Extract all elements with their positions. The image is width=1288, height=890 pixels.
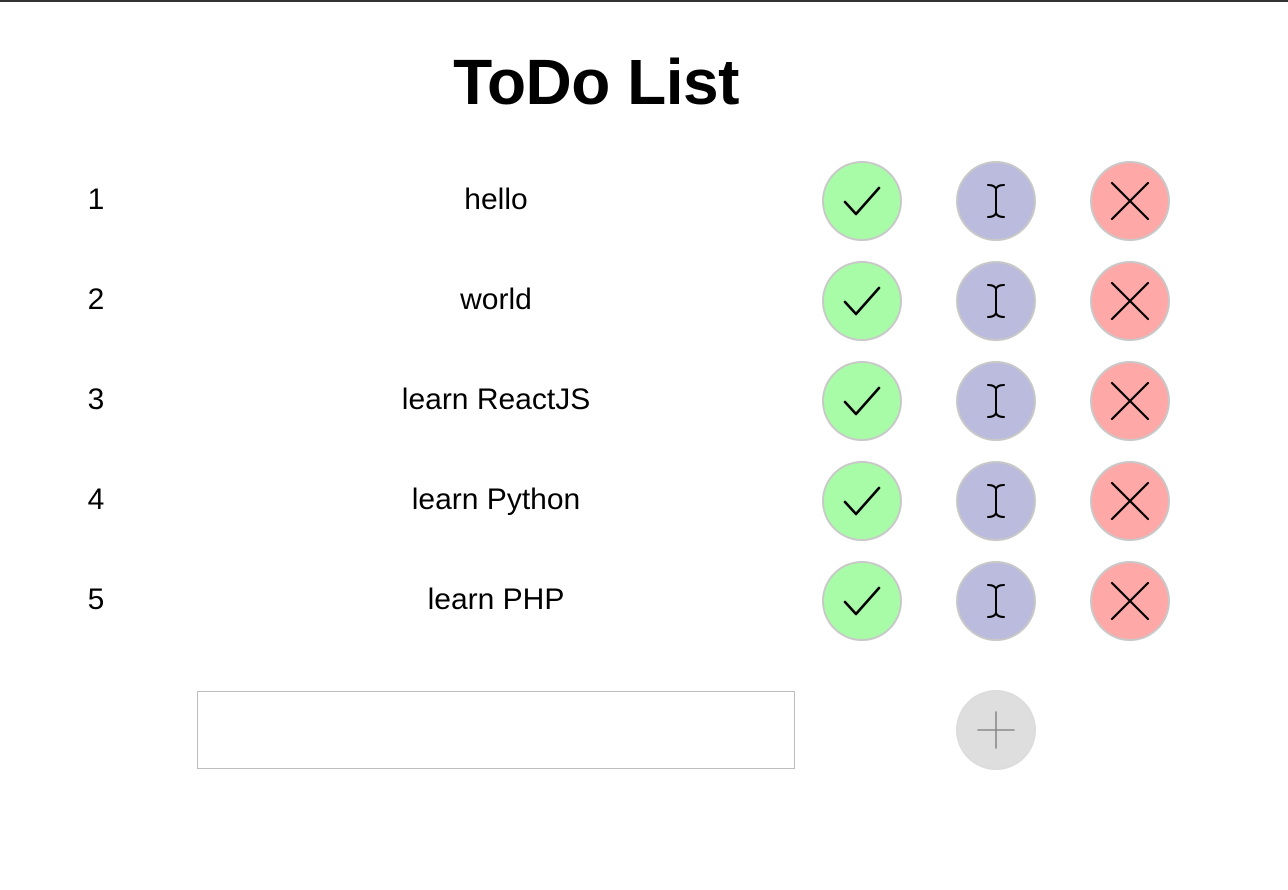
check-icon [843,286,881,316]
delete-button[interactable] [1090,161,1170,241]
edit-button[interactable] [956,261,1036,341]
text-cursor-icon [987,584,1005,618]
check-icon [843,486,881,516]
close-icon [1110,181,1150,221]
window-top-border [0,0,1288,2]
todo-row: 5 learn PHP [0,550,1288,650]
todo-row: 4 learn Python [0,450,1288,550]
text-cursor-icon [987,284,1005,318]
plus-icon [977,711,1015,749]
todo-text: world [460,283,532,316]
done-button[interactable] [822,361,902,441]
todo-text: hello [464,183,528,216]
done-button[interactable] [822,561,902,641]
todo-row: 2 world [0,250,1288,350]
close-icon [1110,581,1150,621]
delete-button[interactable] [1090,361,1170,441]
close-icon [1110,381,1150,421]
todo-number: 2 [87,283,105,316]
page-title: ToDo List [453,46,739,118]
todo-number: 3 [87,383,105,416]
todo-number: 5 [87,583,105,616]
edit-button[interactable] [956,461,1036,541]
check-icon [843,186,881,216]
edit-button[interactable] [956,561,1036,641]
todo-row: 1 hello [0,150,1288,250]
close-icon [1110,481,1150,521]
text-cursor-icon [987,184,1005,218]
delete-button[interactable] [1090,461,1170,541]
check-icon [843,586,881,616]
todo-app: ToDo List 1 hello 2 world 3 learn ReactJ… [0,0,1288,890]
new-todo-input[interactable] [197,691,795,769]
todo-number: 1 [87,183,105,216]
todo-list: 1 hello 2 world 3 learn ReactJS 4 learn … [0,150,1288,650]
done-button[interactable] [822,261,902,341]
edit-button[interactable] [956,161,1036,241]
todo-text: learn PHP [427,583,565,616]
todo-row: 3 learn ReactJS [0,350,1288,450]
text-cursor-icon [987,484,1005,518]
delete-button[interactable] [1090,261,1170,341]
check-icon [843,386,881,416]
todo-number: 4 [87,483,105,516]
done-button[interactable] [822,461,902,541]
add-todo-button[interactable] [956,690,1036,770]
edit-button[interactable] [956,361,1036,441]
close-icon [1110,281,1150,321]
delete-button[interactable] [1090,561,1170,641]
todo-text: learn Python [411,483,581,516]
done-button[interactable] [822,161,902,241]
todo-text: learn ReactJS [401,383,591,416]
text-cursor-icon [987,384,1005,418]
